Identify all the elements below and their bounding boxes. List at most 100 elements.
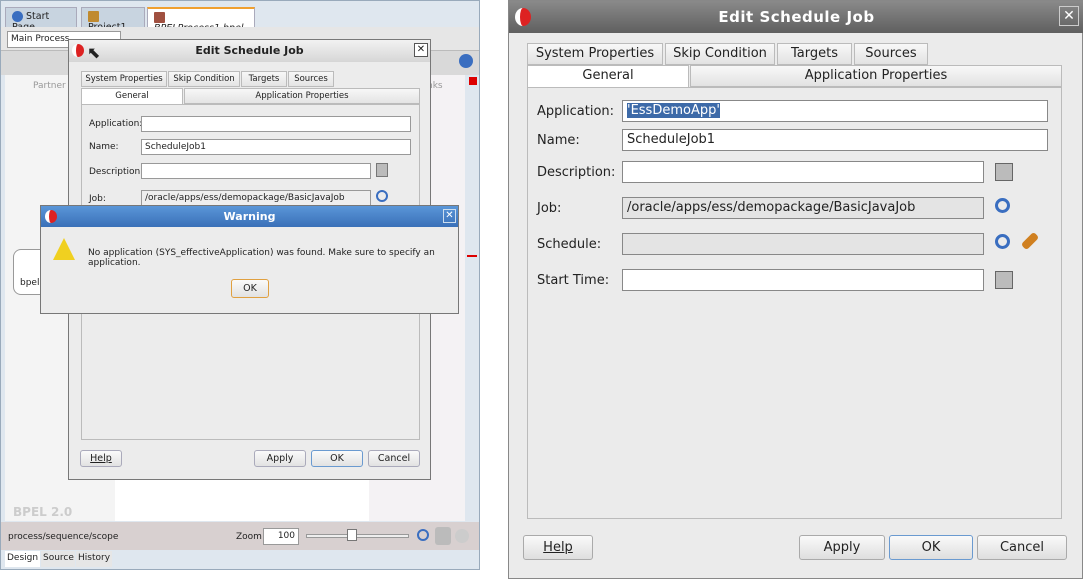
tab-label: Sources — [294, 74, 328, 84]
tab-application-properties[interactable]: Application Properties — [690, 65, 1062, 87]
zoom-input[interactable]: 100 — [263, 528, 299, 545]
oracle-logo-icon — [515, 8, 531, 26]
description-label: Description: — [89, 167, 144, 177]
tab-label: Application Properties — [255, 91, 349, 101]
job-input[interactable]: /oracle/apps/ess/demopackage/BasicJavaJo… — [622, 197, 984, 219]
tab-label: Application Properties — [804, 68, 948, 83]
tab-design[interactable]: Design — [5, 551, 40, 567]
process-selector-value: Main Process — [11, 34, 70, 44]
tab-history[interactable]: History — [76, 551, 112, 567]
tab-targets[interactable]: Targets — [241, 71, 287, 87]
close-button[interactable]: ✕ — [443, 209, 456, 223]
name-label: Name: — [537, 133, 580, 148]
tab-label: Targets — [791, 46, 838, 61]
tab-application-properties[interactable]: Application Properties — [184, 88, 420, 104]
tab-bpelprocess[interactable]: BPELProcess1.bpel — [147, 7, 255, 34]
tab-label: Design — [7, 553, 39, 563]
apply-label: Apply — [823, 540, 861, 555]
schedule-input[interactable] — [622, 233, 984, 255]
oracle-logo-icon — [45, 210, 57, 223]
application-label: Application: — [537, 104, 615, 119]
tab-skip-condition[interactable]: Skip Condition — [168, 71, 240, 87]
tab-skip-condition[interactable]: Skip Condition — [665, 43, 775, 65]
help-button[interactable]: Help — [80, 450, 122, 467]
edit-schedule-dialog-large: Edit Schedule Job ✕ System Properties Sk… — [508, 0, 1083, 579]
dialog-title: Edit Schedule Job — [509, 1, 1083, 33]
name-input[interactable]: ScheduleJob1 — [141, 139, 411, 155]
general-panel — [527, 87, 1062, 519]
tab-label: Sources — [865, 46, 917, 61]
help-icon[interactable] — [459, 54, 473, 68]
description-input[interactable] — [141, 163, 371, 179]
application-input[interactable]: 'EssDemoApp' — [622, 100, 1048, 122]
name-value: ScheduleJob1 — [145, 142, 206, 152]
tab-system-properties[interactable]: System Properties — [81, 71, 167, 87]
search-icon[interactable] — [995, 234, 1010, 249]
cancel-button[interactable]: Cancel — [977, 535, 1067, 560]
warning-icon — [53, 238, 75, 260]
name-label: Name: — [89, 142, 119, 152]
oracle-logo-icon — [72, 44, 84, 57]
project-icon — [88, 11, 99, 22]
expand-icon[interactable] — [435, 527, 451, 545]
close-button[interactable]: ✕ — [1059, 6, 1079, 26]
tab-label: System Properties — [85, 74, 163, 84]
tab-label: General — [115, 91, 149, 101]
expression-builder-icon[interactable] — [995, 271, 1013, 289]
name-value: ScheduleJob1 — [627, 132, 716, 147]
cancel-label: Cancel — [999, 540, 1045, 555]
zoom-slider-thumb[interactable] — [347, 529, 358, 541]
cancel-button[interactable]: Cancel — [368, 450, 420, 467]
description-label: Description: — [537, 165, 616, 180]
tab-targets[interactable]: Targets — [777, 43, 852, 65]
warning-ok-button[interactable]: OK — [231, 279, 269, 298]
error-marker[interactable] — [467, 255, 477, 257]
tab-general[interactable]: General — [527, 65, 689, 87]
error-marker[interactable] — [469, 77, 477, 85]
tab-source[interactable]: Source — [41, 551, 75, 567]
tab-sources[interactable]: Sources — [288, 71, 334, 87]
help-icon — [12, 11, 23, 22]
search-icon[interactable] — [995, 198, 1010, 213]
ok-button[interactable]: OK — [889, 535, 973, 560]
collapse-icon[interactable] — [455, 529, 469, 543]
apply-button[interactable]: Apply — [254, 450, 306, 467]
tab-system-properties[interactable]: System Properties — [527, 43, 663, 65]
tab-sources[interactable]: Sources — [854, 43, 928, 65]
application-input[interactable] — [141, 116, 411, 132]
zoom-slider[interactable] — [306, 534, 409, 538]
tab-start-page[interactable]: Start Page — [5, 7, 77, 33]
name-input[interactable]: ScheduleJob1 — [622, 129, 1048, 151]
ok-button[interactable]: OK — [311, 450, 363, 467]
job-label: Job: — [537, 201, 562, 216]
tab-project1[interactable]: Project1 — [81, 7, 145, 33]
zoom-label: Zoom: — [236, 532, 265, 542]
search-icon[interactable] — [376, 190, 388, 202]
tab-general[interactable]: General — [81, 88, 183, 104]
start-time-input[interactable] — [622, 269, 984, 291]
application-label: Application: — [89, 119, 143, 129]
help-label: Help — [90, 453, 112, 464]
job-input[interactable]: /oracle/apps/ess/demopackage/BasicJavaJo… — [141, 190, 371, 206]
ok-label: OK — [330, 453, 344, 464]
tab-label: Targets — [248, 74, 280, 84]
warning-message: No application (SYS_effectiveApplication… — [88, 248, 435, 268]
version-watermark: BPEL 2.0 — [13, 505, 73, 519]
job-value: /oracle/apps/ess/demopackage/BasicJavaJo… — [627, 200, 916, 215]
expression-builder-icon[interactable] — [376, 163, 388, 177]
zoom-fit-icon[interactable] — [417, 529, 429, 541]
bpel-icon — [154, 12, 165, 23]
help-label: Help — [543, 540, 573, 555]
ok-label: OK — [243, 283, 257, 294]
ide-window: Start Page Project1 BPELProcess1.bpel Ma… — [0, 0, 480, 570]
tab-label: Source — [43, 553, 74, 563]
apply-button[interactable]: Apply — [799, 535, 885, 560]
help-button[interactable]: Help — [523, 535, 593, 560]
tab-label: General — [582, 68, 634, 83]
description-input[interactable] — [622, 161, 984, 183]
zoom-value: 100 — [277, 531, 295, 541]
ok-label: OK — [921, 540, 941, 555]
tab-label: History — [78, 553, 111, 563]
close-button[interactable]: ✕ — [414, 43, 428, 57]
expression-builder-icon[interactable] — [995, 163, 1013, 181]
